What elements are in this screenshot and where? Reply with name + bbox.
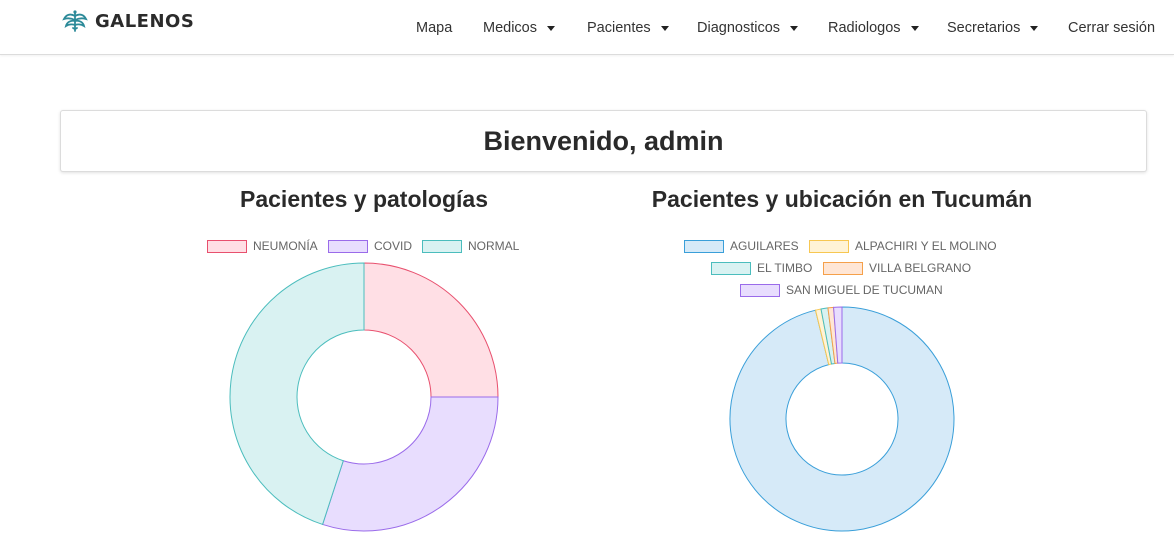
doughnut-slice-neumon-a[interactable] <box>363 262 499 398</box>
doughnut-charts <box>229 262 955 532</box>
doughnut-chart-ubicacion[interactable] <box>729 306 955 532</box>
doughnut-slice-covid[interactable] <box>321 396 499 532</box>
doughnut-chart-patologias[interactable] <box>229 262 499 532</box>
